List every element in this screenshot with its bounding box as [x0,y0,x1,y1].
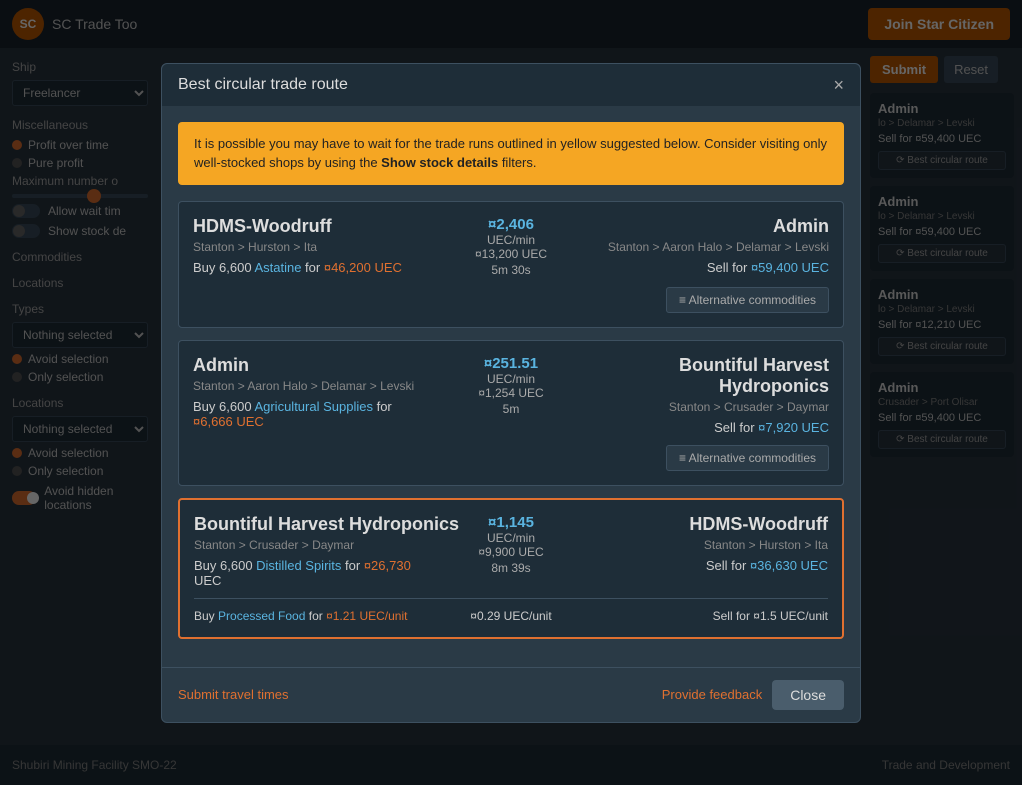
trade-to-route-0: Stanton > Aaron Halo > Delamar > Levski [559,240,829,254]
sub-buy-commodity-2[interactable]: Processed Food [218,609,305,623]
footer-right: Provide feedback Close [662,680,844,710]
trade-total-0: ¤13,200 UEC [475,247,547,261]
sub-buy-2: Buy Processed Food for ¤1.21 UEC/unit [194,609,458,623]
close-modal-button[interactable]: Close [772,680,844,710]
trade-sell-price-1: Sell for ¤7,920 UEC [556,420,829,435]
trade-sell-price-0: Sell for ¤59,400 UEC [559,260,829,275]
submit-travel-button[interactable]: Submit travel times [178,687,289,702]
sub-center-2: ¤0.29 UEC/unit [470,609,551,623]
trade-sell-value-1: ¤7,920 UEC [758,420,829,435]
trade-card-1-to: Bountiful HarvestHydroponics Stanton > C… [556,355,829,435]
warning-text: It is possible you may have to wait for … [194,136,827,171]
trade-buy-price-0: ¤46,200 UEC [324,260,402,275]
provide-feedback-button[interactable]: Provide feedback [662,687,762,702]
trade-profit-1: ¤251.51 [478,355,543,372]
trade-to-location-1: Bountiful HarvestHydroponics [556,355,829,397]
trade-card-2-to: HDMS-Woodruff Stanton > Hurston > Ita Se… [556,514,828,573]
trade-buy-price-2: ¤26,730 [364,558,411,573]
trade-sell-value-0: ¤59,400 UEC [751,260,829,275]
trade-card-1-from: Admin Stanton > Aaron Halo > Delamar > L… [193,355,466,429]
trade-profit-2: ¤1,145 [478,514,543,531]
modal-title: Best circular trade route [178,76,348,94]
modal-close-button[interactable]: × [833,76,844,94]
trade-uec-0: UEC/min [475,233,547,247]
trade-card-2-from: Bountiful Harvest Hydroponics Stanton > … [194,514,466,588]
modal: Best circular trade route × It is possib… [161,63,861,723]
trade-buy-line-0: Buy 6,600 Astatine for ¤46,200 UEC [193,260,463,275]
trade-card-2-main: Bountiful Harvest Hydroponics Stanton > … [194,514,828,588]
trade-total-2: ¤9,900 UEC [478,545,543,559]
trade-card-1: Admin Stanton > Aaron Halo > Delamar > L… [178,340,844,486]
warning-banner: It is possible you may have to wait for … [178,122,844,185]
trade-from-route-2: Stanton > Crusader > Daymar [194,538,466,552]
modal-header: Best circular trade route × [162,64,860,106]
trade-buy-commodity-2[interactable]: Distilled Spirits [256,558,341,573]
trade-from-location-0: HDMS-Woodruff [193,216,463,237]
trade-card-1-center: ¤251.51 UEC/min ¤1,254 UEC 5m [478,355,543,416]
alt-commodities-btn-1[interactable]: ≡ Alternative commodities [666,445,829,471]
trade-sell-value-2: ¤36,630 UEC [750,558,828,573]
trade-buy-commodity-0[interactable]: Astatine [254,260,301,275]
trade-card-0: HDMS-Woodruff Stanton > Hurston > Ita Bu… [178,201,844,328]
trade-buy-price-1: ¤6,666 UEC [193,414,264,429]
trade-card-0-from: HDMS-Woodruff Stanton > Hurston > Ita Bu… [193,216,463,275]
trade-to-route-2: Stanton > Hurston > Ita [556,538,828,552]
trade-to-location-0: Admin [559,216,829,237]
trade-buy-line-1: Buy 6,600 Agricultural Supplies for ¤6,6… [193,399,466,429]
sub-sell-value-2: ¤1.5 UEC/unit [753,609,828,623]
trade-profit-0: ¤2,406 [475,216,547,233]
trade-from-location-2: Bountiful Harvest Hydroponics [194,514,466,535]
trade-buy-commodity-1[interactable]: Agricultural Supplies [254,399,373,414]
trade-card-0-center: ¤2,406 UEC/min ¤13,200 UEC 5m 30s [475,216,547,277]
trade-time-1: 5m [478,402,543,416]
trade-from-route-1: Stanton > Aaron Halo > Delamar > Levski [193,379,466,393]
modal-footer: Submit travel times Provide feedback Clo… [162,667,860,722]
modal-overlay: Best circular trade route × It is possib… [0,0,1022,785]
trade-card-2: Bountiful Harvest Hydroponics Stanton > … [178,498,844,639]
trade-uec-2: UEC/min [478,531,543,545]
trade-card-1-main: Admin Stanton > Aaron Halo > Delamar > L… [193,355,829,435]
trade-card-0-to: Admin Stanton > Aaron Halo > Delamar > L… [559,216,829,275]
trade-buy-line-2: Buy 6,600 Distilled Spirits for ¤26,730 … [194,558,466,588]
trade-time-2: 8m 39s [478,561,543,575]
trade-buy-unit-2: UEC [194,573,221,588]
alt-commodities-btn-0[interactable]: ≡ Alternative commodities [666,287,829,313]
trade-to-route-1: Stanton > Crusader > Daymar [556,400,829,414]
trade-from-location-1: Admin [193,355,466,376]
trade-sub-row-2: Buy Processed Food for ¤1.21 UEC/unit ¤0… [194,598,828,623]
sub-buy-price-2: ¤1.21 UEC/unit [326,609,407,623]
sub-sell-2: Sell for ¤1.5 UEC/unit [564,609,828,623]
trade-card-0-main: HDMS-Woodruff Stanton > Hurston > Ita Bu… [193,216,829,277]
trade-total-1: ¤1,254 UEC [478,386,543,400]
warning-link-text: Show stock details [381,155,498,170]
modal-body: It is possible you may have to wait for … [162,106,860,667]
trade-card-2-center: ¤1,145 UEC/min ¤9,900 UEC 8m 39s [478,514,543,575]
trade-time-0: 5m 30s [475,263,547,277]
trade-to-location-2: HDMS-Woodruff [556,514,828,535]
trade-from-route-0: Stanton > Hurston > Ita [193,240,463,254]
trade-uec-1: UEC/min [478,372,543,386]
trade-sell-price-2: Sell for ¤36,630 UEC [556,558,828,573]
